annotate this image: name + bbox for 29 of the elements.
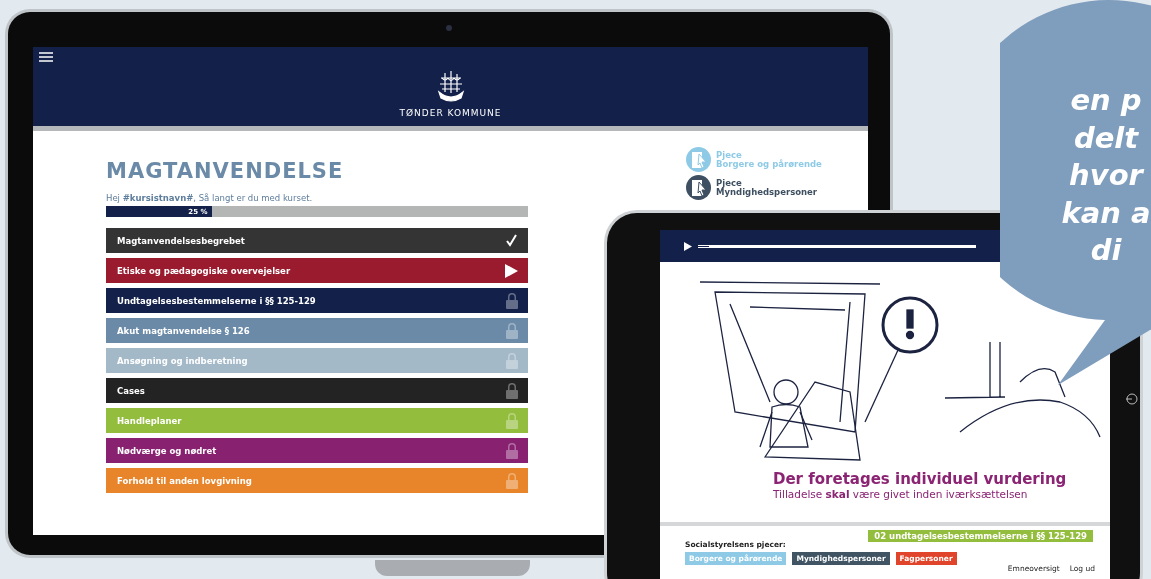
play-icon[interactable]: [684, 241, 692, 251]
padlock-icon: [506, 322, 518, 339]
padlock-icon: [506, 352, 518, 369]
module-item[interactable]: Magtanvendelsesbegrebet: [106, 228, 528, 253]
padlock-icon: [506, 472, 518, 489]
video-progress-track[interactable]: [698, 244, 976, 248]
play-icon: [505, 263, 518, 278]
padlock-icon: [506, 382, 518, 399]
module-item[interactable]: Etiske og pædagogiske overvejelser: [106, 258, 528, 283]
caption-subtitle: Tilladelse skal være givet inden iværksættelsen: [773, 488, 1029, 500]
padlock-icon: [506, 412, 518, 429]
padlock-icon: [506, 292, 518, 309]
camera-dot: [446, 25, 452, 31]
module-item[interactable]: Akut magtanvendelse § 126: [106, 318, 528, 343]
greeting-text: Hej #kursistnavn#, Så langt er du med kurset.: [106, 193, 314, 203]
brand-name: TØNDER KOMMUNE: [399, 108, 502, 118]
padlock-icon: [506, 442, 518, 459]
module-item[interactable]: Nødværge og nødret: [106, 438, 528, 463]
module-item[interactable]: Undtagelsesbestemmelserne i §§ 125-129: [106, 288, 528, 313]
caption-title: Der foretages individuel vurdering: [773, 470, 1068, 488]
check-icon: [505, 234, 518, 247]
page-title: MAGTANVENDELSE: [106, 159, 345, 183]
module-item[interactable]: Cases: [106, 378, 528, 403]
bubble-text: en p delt hvor kan a di: [1060, 82, 1151, 269]
brochure-link[interactable]: Pjece Myndighedspersoner: [716, 178, 818, 197]
chapter-label: 02 undtagelsesbestemmelserne i §§ 125-129: [868, 530, 1093, 542]
document-cursor-icon[interactable]: [686, 175, 711, 200]
ship-logo-icon: [436, 70, 465, 104]
menu-icon[interactable]: [39, 52, 53, 62]
